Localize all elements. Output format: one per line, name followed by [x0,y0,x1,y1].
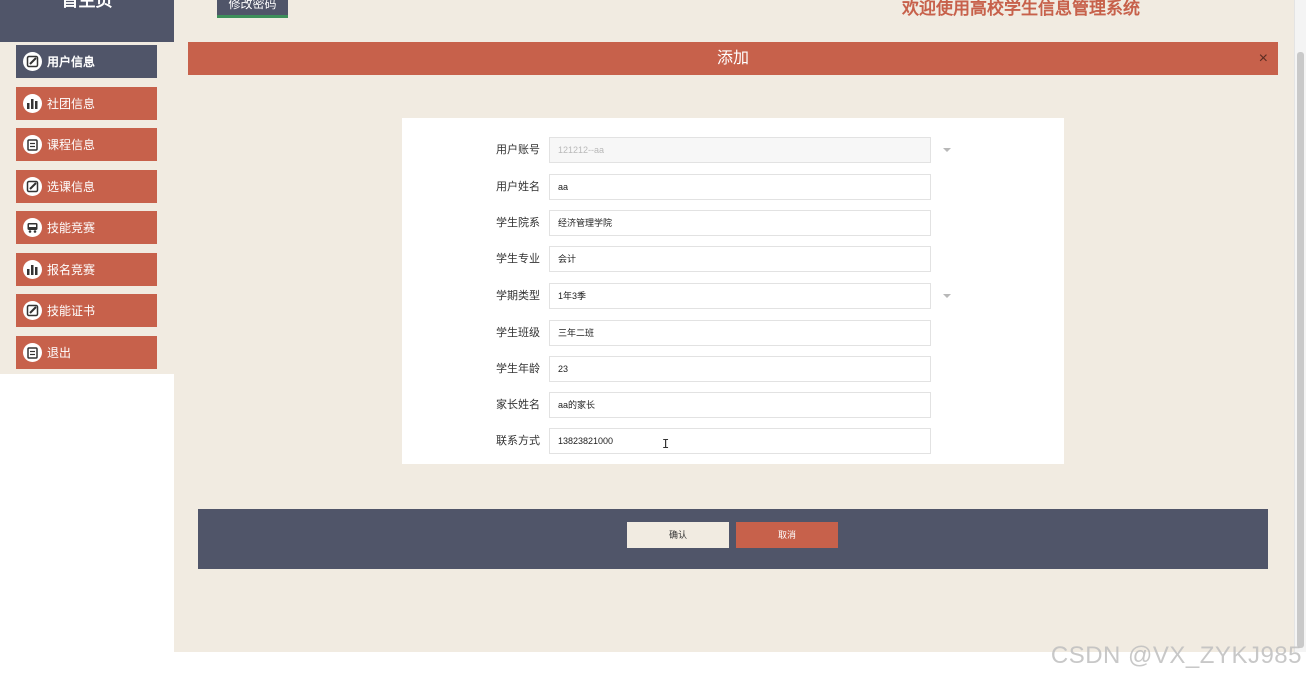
contact-input[interactable]: 13823821000 [549,428,931,454]
account-select[interactable]: 121212--aa [549,137,931,163]
chevron-down-icon [943,294,951,298]
sidebar-item-skill-certificate[interactable]: 技能证书 [16,294,157,327]
form-row-class: 学生班级 三年二班 [402,320,1064,346]
form-row-name: 用户姓名 aa [402,174,1064,200]
age-input[interactable]: 23 [549,356,931,382]
dialog-header: 添加 × [188,42,1278,75]
sidebar-item-label: 社团信息 [47,97,96,111]
class-input[interactable]: 三年二班 [549,320,931,346]
sidebar-item-competition-signup[interactable]: 报名竞赛 [16,253,157,286]
field-label: 家长姓名 [496,399,540,411]
field-label: 学生院系 [496,217,540,229]
welcome-title: 欢迎使用高校学生信息管理系统 [902,0,1140,18]
parent-name-input[interactable]: aa的家长 [549,392,931,418]
sidebar-item-label: 选课信息 [47,180,96,194]
field-label: 用户姓名 [496,181,540,193]
watermark: CSDN @VX_ZYKJ985 [1050,642,1302,669]
bus-icon [23,218,42,237]
scrollbar-thumb[interactable] [1297,52,1304,648]
sidebar-item-user-info[interactable]: 用户信息 [16,45,157,78]
add-user-form: 用户账号 121212--aa 用户姓名 aa 学生院系 经济管理学院 学生专业… [402,118,1064,464]
clipboard-icon [23,135,42,154]
form-row-account: 用户账号 121212--aa [402,137,1064,163]
field-label: 学期类型 [496,290,540,302]
field-label: 联系方式 [496,435,540,447]
home-header[interactable]: 首主页 [0,0,174,42]
sidebar-item-skill-competition[interactable]: 技能竞赛 [16,211,157,244]
edit-icon [23,52,42,71]
field-label: 学生班级 [496,327,540,339]
bar-chart-icon [23,94,42,113]
cancel-button[interactable]: 取消 [736,522,838,548]
form-row-contact: 联系方式 13823821000 [402,428,1064,454]
major-input[interactable]: 会计 [549,246,931,272]
field-label: 学生专业 [496,253,540,265]
sidebar-footer-area [0,374,175,652]
confirm-button[interactable]: 确认 [627,522,729,548]
form-row-term-type: 学期类型 1年3季 [402,283,1064,309]
field-label: 用户账号 [496,144,540,156]
name-input[interactable]: aa [549,174,931,200]
term-type-select[interactable]: 1年3季 [549,283,931,309]
form-row-major: 学生专业 会计 [402,246,1064,272]
edit-icon [23,177,42,196]
field-label: 学生年龄 [496,363,540,375]
scrollbar[interactable] [1294,0,1306,652]
sidebar-item-label: 技能证书 [47,304,96,318]
clipboard-icon [23,343,42,362]
sidebar-item-course-info[interactable]: 课程信息 [16,128,157,161]
department-input[interactable]: 经济管理学院 [549,210,931,236]
sidebar-item-course-selection[interactable]: 选课信息 [16,170,157,203]
sidebar-item-label: 退出 [47,346,72,360]
bar-chart-icon [23,260,42,279]
edit-icon [23,301,42,320]
sidebar-item-club-info[interactable]: 社团信息 [16,87,157,120]
text-cursor-icon: I [662,437,670,451]
sidebar-item-label: 技能竞赛 [47,221,96,235]
sidebar-item-logout[interactable]: 退出 [16,336,157,369]
change-password-button[interactable]: 修改密码 [217,0,288,18]
sidebar-item-label: 课程信息 [47,138,96,152]
form-row-department: 学生院系 经济管理学院 [402,210,1064,236]
sidebar-item-label: 报名竞赛 [47,263,96,277]
dialog-footer: 确认 取消 [198,509,1268,569]
home-label: 首主页 [61,0,113,10]
close-icon[interactable]: × [1259,42,1268,75]
chevron-down-icon [943,148,951,152]
form-row-parent-name: 家长姓名 aa的家长 [402,392,1064,418]
dialog-title: 添加 [716,50,749,67]
sidebar-item-label: 用户信息 [47,55,96,69]
form-row-age: 学生年龄 23 [402,356,1064,382]
